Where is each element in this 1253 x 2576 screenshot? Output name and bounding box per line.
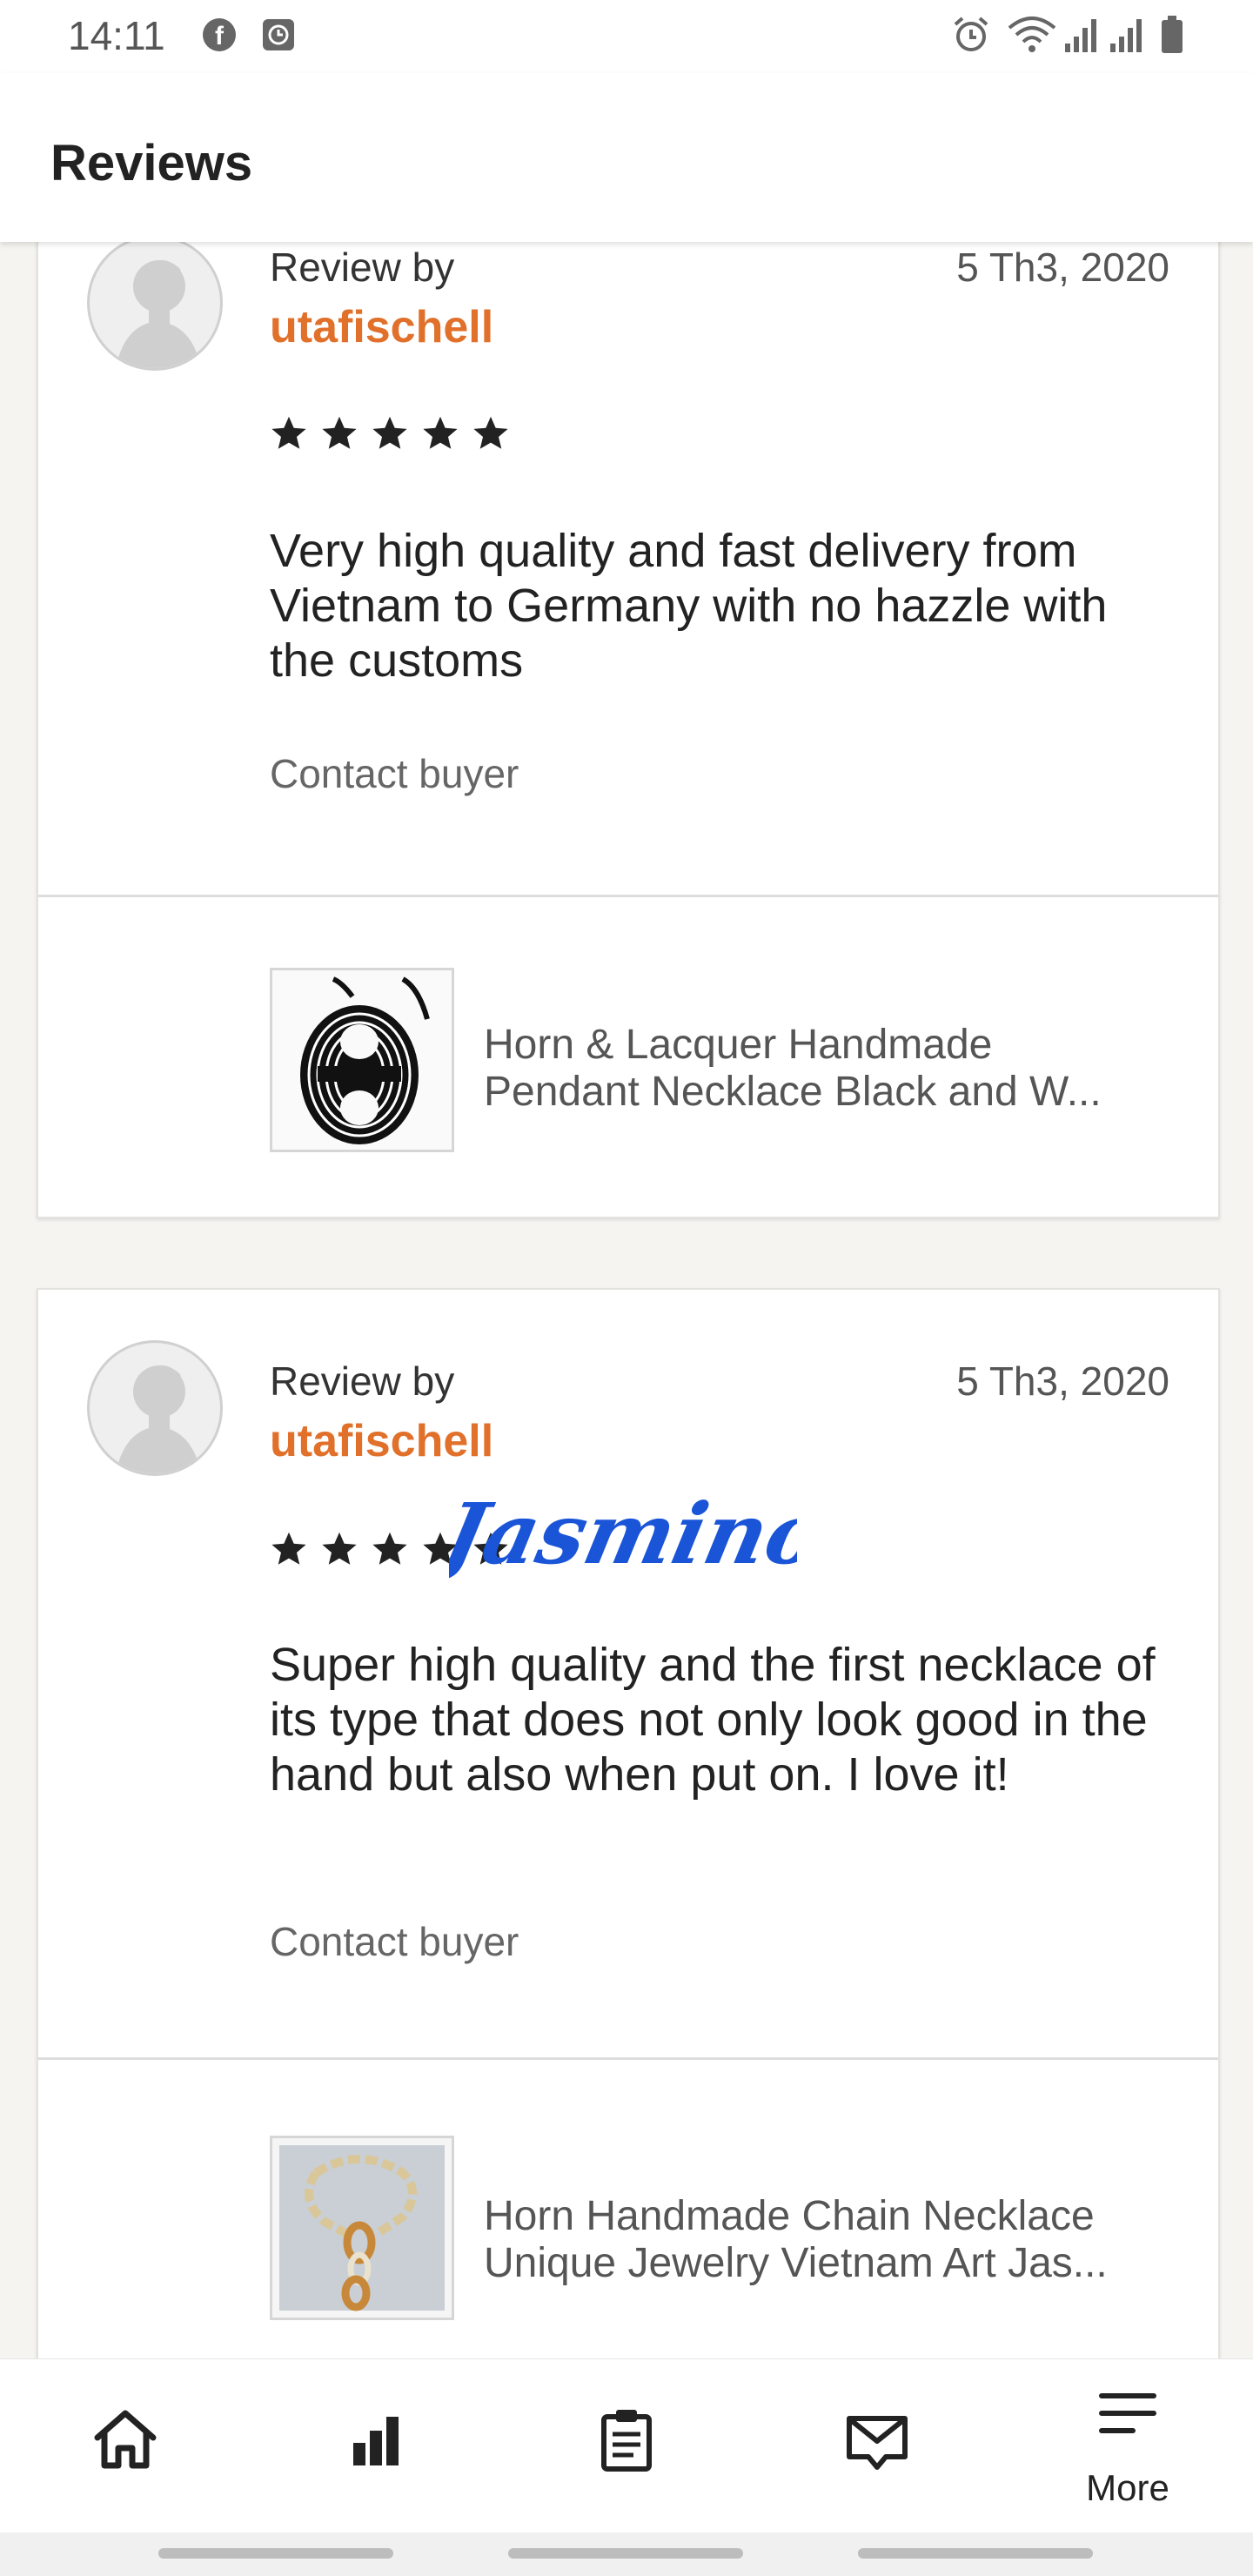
star-icon: [372, 1532, 407, 1565]
menu-icon: [1099, 2393, 1156, 2433]
review-card: Review by 5 Th3, 2020 utafischell Super …: [37, 1288, 1220, 2358]
status-bar: 14:11 f: [0, 0, 1253, 73]
review-text: Super high quality and the first necklac…: [270, 1639, 1156, 1801]
star-icon: [271, 1532, 306, 1565]
reviews-list[interactable]: Review by 5 Th3, 2020 utafischell Very h…: [0, 242, 1253, 2358]
star-icon: [322, 416, 357, 449]
bottom-navigation: More: [0, 2358, 1253, 2533]
review-by-label: Review by: [270, 1358, 455, 1404]
product-title[interactable]: Horn & Lacquer Handmade Pendant Necklace…: [484, 1022, 1163, 1116]
battery-icon: [1161, 16, 1183, 54]
app-header: Reviews: [0, 73, 1253, 242]
nav-more-label: More: [1086, 2467, 1169, 2508]
divider: [38, 2057, 1218, 2060]
signal-icon: [1063, 16, 1102, 54]
avatar[interactable]: [87, 242, 223, 371]
gesture-handle[interactable]: [158, 2548, 393, 2559]
svg-text:Jasmino: Jasmino: [449, 1485, 797, 1583]
reviewer-username[interactable]: utafischell: [270, 1415, 493, 1467]
nav-more[interactable]: More: [1058, 2359, 1197, 2533]
svg-text:f: f: [215, 22, 224, 50]
home-icon: [94, 2410, 157, 2469]
star-icon: [372, 416, 407, 449]
contact-buyer-link[interactable]: Contact buyer: [270, 750, 519, 797]
messages-icon: [847, 2416, 908, 2470]
user-silhouette-icon: [116, 259, 201, 368]
gesture-handle[interactable]: [858, 2548, 1093, 2559]
clock-app-icon: [261, 17, 296, 52]
star-icon: [322, 1532, 357, 1565]
pendant-necklace-image: [272, 970, 452, 1150]
gesture-handle[interactable]: [508, 2548, 743, 2559]
review-date: 5 Th3, 2020: [956, 245, 1169, 290]
reviewer-username[interactable]: utafischell: [270, 301, 493, 353]
product-thumbnail[interactable]: [270, 968, 454, 1152]
avatar[interactable]: [87, 1340, 223, 1476]
review-card: Review by 5 Th3, 2020 utafischell Very h…: [37, 242, 1220, 1218]
chain-necklace-image: [272, 2138, 452, 2318]
signal-icon: [1109, 16, 1147, 54]
nav-stats[interactable]: [306, 2359, 446, 2533]
review-by-label: Review by: [270, 245, 455, 290]
orders-icon: [601, 2410, 652, 2472]
wifi-icon: [1006, 14, 1058, 56]
facebook-icon: f: [202, 17, 237, 52]
watermark-signature: Jasmino: [421, 1476, 833, 1602]
star-icon: [271, 416, 306, 449]
review-date: 5 Th3, 2020: [956, 1358, 1169, 1404]
nav-messages[interactable]: [807, 2359, 947, 2533]
contact-buyer-link[interactable]: Contact buyer: [270, 1918, 519, 1965]
alarm-icon: [950, 14, 992, 56]
nav-home[interactable]: [56, 2359, 195, 2533]
divider: [38, 895, 1218, 897]
page-title: Reviews: [50, 135, 253, 191]
review-text: Very high quality and fast delivery from…: [270, 525, 1108, 687]
star-rating: [270, 414, 510, 453]
product-thumbnail[interactable]: [270, 2136, 454, 2320]
nav-orders[interactable]: [557, 2359, 696, 2533]
status-time: 14:11: [68, 13, 165, 58]
stats-icon: [353, 2417, 399, 2465]
system-gesture-bar: [0, 2532, 1253, 2576]
product-title[interactable]: Horn Handmade Chain Necklace Unique Jewe…: [484, 2193, 1163, 2287]
user-silhouette-icon: [116, 1365, 201, 1473]
star-icon: [473, 416, 508, 449]
star-icon: [423, 416, 458, 449]
